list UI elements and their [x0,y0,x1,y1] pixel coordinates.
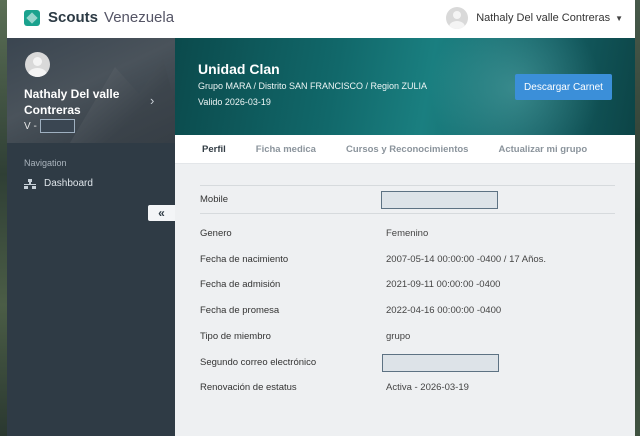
field-label: Fecha de promesa [200,304,280,316]
field-label: Fecha de admisión [200,278,281,290]
brand-subtitle: Venezuela [104,9,175,26]
chevron-right-icon: › [150,93,155,108]
field-label: Segundo correo electrónico [200,356,317,368]
brand[interactable]: Scouts Venezuela [24,9,174,26]
brand-name: Scouts [48,9,99,26]
group-breadcrumb: Grupo MARA / Distrito SAN FRANCISCO / Re… [198,81,428,91]
validity-date: Valido 2026-03-19 [198,97,271,107]
field-label: Tipo de miembro [200,330,271,342]
scouts-logo-icon [24,9,40,26]
avatar [446,7,469,29]
field-value: 2007-05-14 00:00:00 -0400 / 17 Años. [386,253,547,265]
field-value: Activa - 2026-03-19 [386,381,469,393]
download-card-button[interactable]: Descargar Carnet [515,74,612,100]
sidebar-item-dashboard[interactable]: Dashboard [24,178,93,189]
page-title: Unidad Clan [198,61,280,77]
profile-avatar [25,52,50,77]
sidebar-item-label: Dashboard [44,178,93,189]
collapse-sidebar-button[interactable]: « [148,205,175,221]
background-edge [635,0,640,436]
background-edge [0,0,7,436]
user-menu[interactable]: Nathaly Del valle Contreras ▼ [446,7,623,29]
secondary-email-field[interactable] [382,354,499,372]
nav-heading: Navigation [24,158,67,168]
tab-bar: Perfil Ficha medica Cursos y Reconocimie… [175,135,635,164]
field-label: Genero [200,227,232,239]
tab-actualizar-grupo[interactable]: Actualizar mi grupo [498,144,587,155]
tab-cursos-reconocimientos[interactable]: Cursos y Reconocimientos [346,144,468,155]
sidebar-profile-card[interactable]: Nathaly Del valle Contreras V - › [7,38,175,143]
profile-id-prefix: V - [24,120,37,132]
table-row: Mobile [200,185,615,214]
user-name: Nathaly Del valle Contreras [476,12,611,24]
profile-id: V - [24,119,75,133]
profile-details: Mobile Genero Femenino Fecha de nacimien… [175,164,635,436]
field-label: Mobile [200,194,228,205]
header-banner: Unidad Clan Grupo MARA / Distrito SAN FR… [175,38,635,135]
top-bar: Scouts Venezuela Nathaly Del valle Contr… [7,0,635,39]
field-label: Fecha de nacimiento [200,253,289,265]
caret-down-icon: ▼ [615,13,623,23]
app-window: Scouts Venezuela Nathaly Del valle Contr… [7,0,635,436]
profile-id-redacted [39,119,75,133]
sitemap-icon [24,178,36,189]
double-chevron-left-icon: « [158,206,165,220]
tab-perfil[interactable]: Perfil [202,144,226,155]
tab-ficha-medica[interactable]: Ficha medica [256,144,316,155]
sidebar: Nathaly Del valle Contreras V - › Naviga… [7,38,175,436]
field-value: 2022-04-16 00:00:00 -0400 [386,304,502,316]
field-label: Renovación de estatus [200,381,297,393]
field-value: grupo [386,330,411,342]
field-value: Femenino [386,227,429,239]
field-value: 2021-09-11 00:00:00 -0400 [386,278,501,290]
profile-name: Nathaly Del valle Contreras [24,87,120,117]
mobile-field[interactable] [381,190,498,209]
